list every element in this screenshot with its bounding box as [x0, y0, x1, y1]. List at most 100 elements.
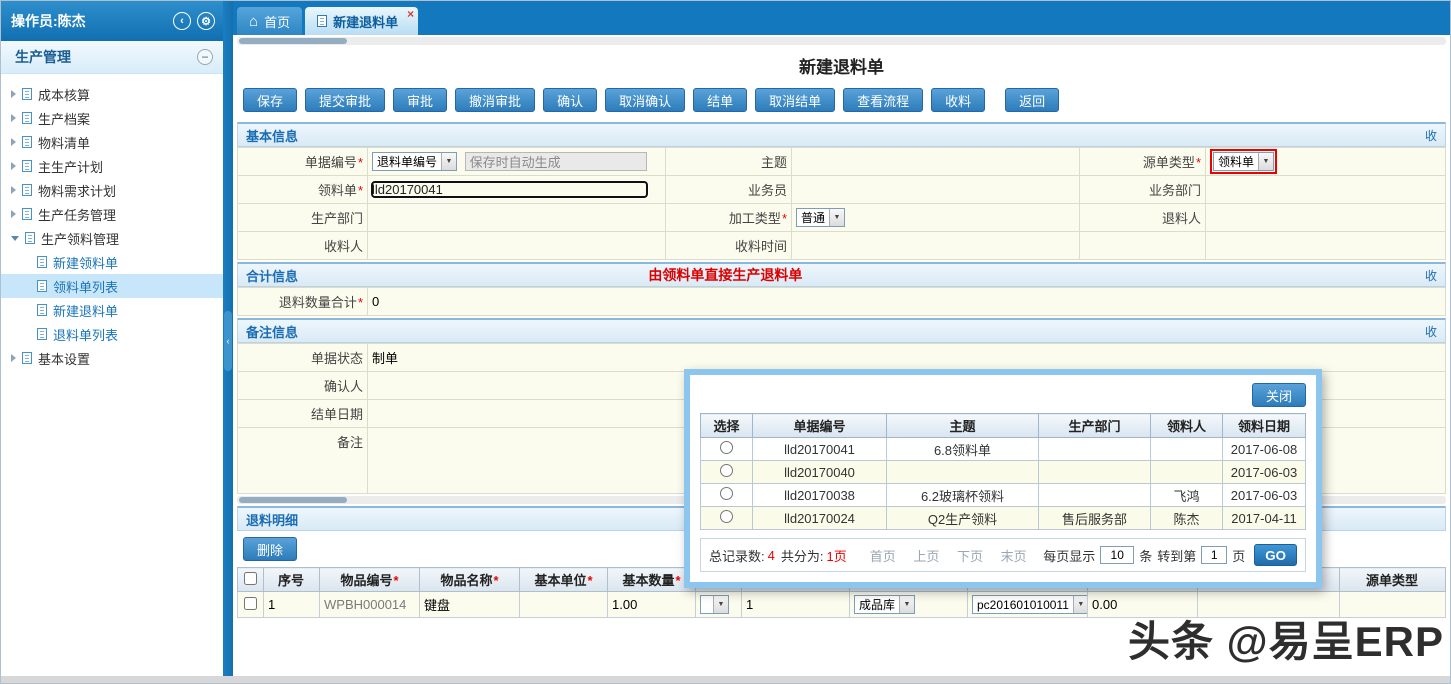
cell-base-unit[interactable]: [520, 592, 608, 618]
last-page-link[interactable]: 末页: [1001, 549, 1027, 564]
prod-dept-field[interactable]: [368, 204, 666, 232]
warehouse-select[interactable]: 成品库▼: [854, 595, 915, 614]
collapse-link[interactable]: 收: [1425, 323, 1437, 340]
sidebar-item-task-management[interactable]: 生产任务管理: [1, 202, 223, 226]
cell-date: 2017-06-08: [1223, 438, 1306, 461]
row-radio[interactable]: [720, 441, 733, 454]
receive-material-button[interactable]: 收料: [931, 88, 985, 112]
page-title: 新建退料单: [237, 53, 1446, 78]
sidebar-section-title[interactable]: 生产管理 −: [1, 41, 223, 74]
scrollbar-thumb[interactable]: [239, 497, 347, 503]
close-dialog-button[interactable]: 关闭: [1252, 383, 1306, 407]
batch-select[interactable]: pc201601010011▼: [972, 595, 1088, 614]
cell-person: 陈杰: [1151, 507, 1223, 530]
collapse-link[interactable]: 收: [1425, 267, 1437, 284]
dropdown-arrow-icon: ▼: [1258, 153, 1273, 170]
cell-batch: pc201601010011▼: [968, 592, 1088, 618]
col-date: 领料日期: [1223, 414, 1306, 438]
cancel-confirm-button[interactable]: 取消确认: [605, 88, 685, 112]
receive-time-label: 收料时间: [666, 232, 792, 260]
back-icon[interactable]: ‹: [173, 12, 191, 30]
close-order-button[interactable]: 结单: [693, 88, 747, 112]
confirm-button[interactable]: 确认: [543, 88, 597, 112]
row-radio[interactable]: [720, 510, 733, 523]
salesman-field[interactable]: [792, 176, 1080, 204]
sidebar-item-new-return-order[interactable]: 新建退料单: [1, 298, 223, 322]
delete-button[interactable]: 删除: [243, 537, 297, 561]
document-icon: [317, 15, 327, 27]
sidebar-item-cost-accounting[interactable]: 成本核算: [1, 82, 223, 106]
sidebar-item-requisition-list[interactable]: 领料单列表: [1, 274, 223, 298]
sidebar-item-mrp[interactable]: 物料需求计划: [1, 178, 223, 202]
cell-prod-dept: [1039, 438, 1151, 461]
basic-info-form: 单据编号* 退料单编号▼ 主题 源单类型* 领料单▼ 领料单*: [237, 147, 1446, 260]
document-icon: [37, 304, 47, 316]
cell-qty[interactable]: 1: [742, 592, 850, 618]
submit-approval-button[interactable]: 提交审批: [305, 88, 385, 112]
cell-person: [1151, 461, 1223, 484]
sidebar-item-master-plan[interactable]: 主生产计划: [1, 154, 223, 178]
dropdown-arrow-icon: ▼: [713, 596, 728, 613]
cancel-close-order-button[interactable]: 取消结单: [755, 88, 835, 112]
cell-subject: Q2生产领料: [887, 507, 1039, 530]
back-button[interactable]: 返回: [1005, 88, 1059, 112]
sidebar-item-production-archives[interactable]: 生产档案: [1, 106, 223, 130]
sidebar-item-label: 生产领料管理: [41, 229, 119, 248]
sidebar-item-basic-settings[interactable]: 基本设置: [1, 346, 223, 370]
prev-page-link[interactable]: 上页: [913, 549, 939, 564]
returner-field[interactable]: [1206, 204, 1446, 232]
unit-select[interactable]: ▼: [700, 595, 729, 614]
sidebar-item-bom[interactable]: 物料清单: [1, 130, 223, 154]
collapse-section-icon[interactable]: −: [197, 49, 213, 65]
collapse-sidebar-handle[interactable]: ‹: [224, 311, 232, 371]
doc-no-input[interactable]: [465, 152, 647, 171]
row-radio[interactable]: [720, 464, 733, 477]
table-row: lld20170040 2017-06-03: [701, 461, 1306, 484]
page-size-input[interactable]: [1100, 546, 1134, 564]
sidebar-item-label: 物料需求计划: [38, 181, 116, 200]
collapse-link[interactable]: 收: [1425, 127, 1437, 144]
requisition-input[interactable]: [372, 182, 647, 197]
receive-time-field[interactable]: [792, 232, 1080, 260]
source-type-select[interactable]: 领料单▼: [1213, 152, 1274, 171]
tab-new-return-order[interactable]: 新建退料单 ×: [305, 7, 418, 35]
table-row: lld20170024 Q2生产领料 售后服务部 陈杰 2017-04-11: [701, 507, 1306, 530]
cell-person: [1151, 438, 1223, 461]
goto-page-input[interactable]: [1201, 546, 1227, 564]
total-records-label: 总记录数:: [709, 546, 765, 565]
subject-field[interactable]: [792, 148, 1080, 176]
go-button[interactable]: GO: [1254, 544, 1297, 566]
tab-bar: ⌂ 首页 新建退料单 ×: [233, 1, 1450, 35]
receiver-field[interactable]: [368, 232, 666, 260]
sidebar-item-return-order-list[interactable]: 退料单列表: [1, 322, 223, 346]
select-all-checkbox[interactable]: [244, 572, 257, 585]
chevron-right-icon: [11, 138, 16, 146]
sidebar-item-requisition-management[interactable]: 生产领料管理: [1, 226, 223, 250]
scrollbar-thumb[interactable]: [239, 38, 347, 44]
view-flow-button[interactable]: 查看流程: [843, 88, 923, 112]
receiver-label: 收料人: [238, 232, 368, 260]
toolbar: 保存 提交审批 审批 撤消审批 确认 取消确认 结单 取消结单 查看流程 收料 …: [237, 88, 1446, 112]
requisition-picker-dialog: 关闭 选择 单据编号 主题 生产部门 领料人 领料日期 lld20170041 …: [684, 369, 1322, 588]
empty-cell: [1080, 232, 1206, 260]
approve-button[interactable]: 审批: [393, 88, 447, 112]
section-remark-info: 备注信息 收: [237, 318, 1446, 343]
gear-icon[interactable]: ⚙: [197, 12, 215, 30]
close-tab-icon[interactable]: ×: [407, 8, 414, 20]
dropdown-arrow-icon: ▼: [899, 596, 914, 613]
cell-base-qty[interactable]: 1.00: [608, 592, 696, 618]
next-page-link[interactable]: 下页: [957, 549, 983, 564]
save-button[interactable]: 保存: [243, 88, 297, 112]
row-radio[interactable]: [720, 487, 733, 500]
biz-dept-field[interactable]: [1206, 176, 1446, 204]
tab-home[interactable]: ⌂ 首页: [237, 7, 302, 35]
total-records-value: 4: [768, 548, 775, 563]
cancel-approval-button[interactable]: 撤消审批: [455, 88, 535, 112]
sidebar-item-new-requisition[interactable]: 新建领料单: [1, 250, 223, 274]
chevron-right-icon: [11, 186, 16, 194]
process-type-select[interactable]: 普通▼: [796, 208, 845, 227]
doc-no-type-select[interactable]: 退料单编号▼: [372, 152, 457, 171]
col-person: 领料人: [1151, 414, 1223, 438]
first-page-link[interactable]: 首页: [870, 549, 896, 564]
row-checkbox[interactable]: [244, 597, 257, 610]
